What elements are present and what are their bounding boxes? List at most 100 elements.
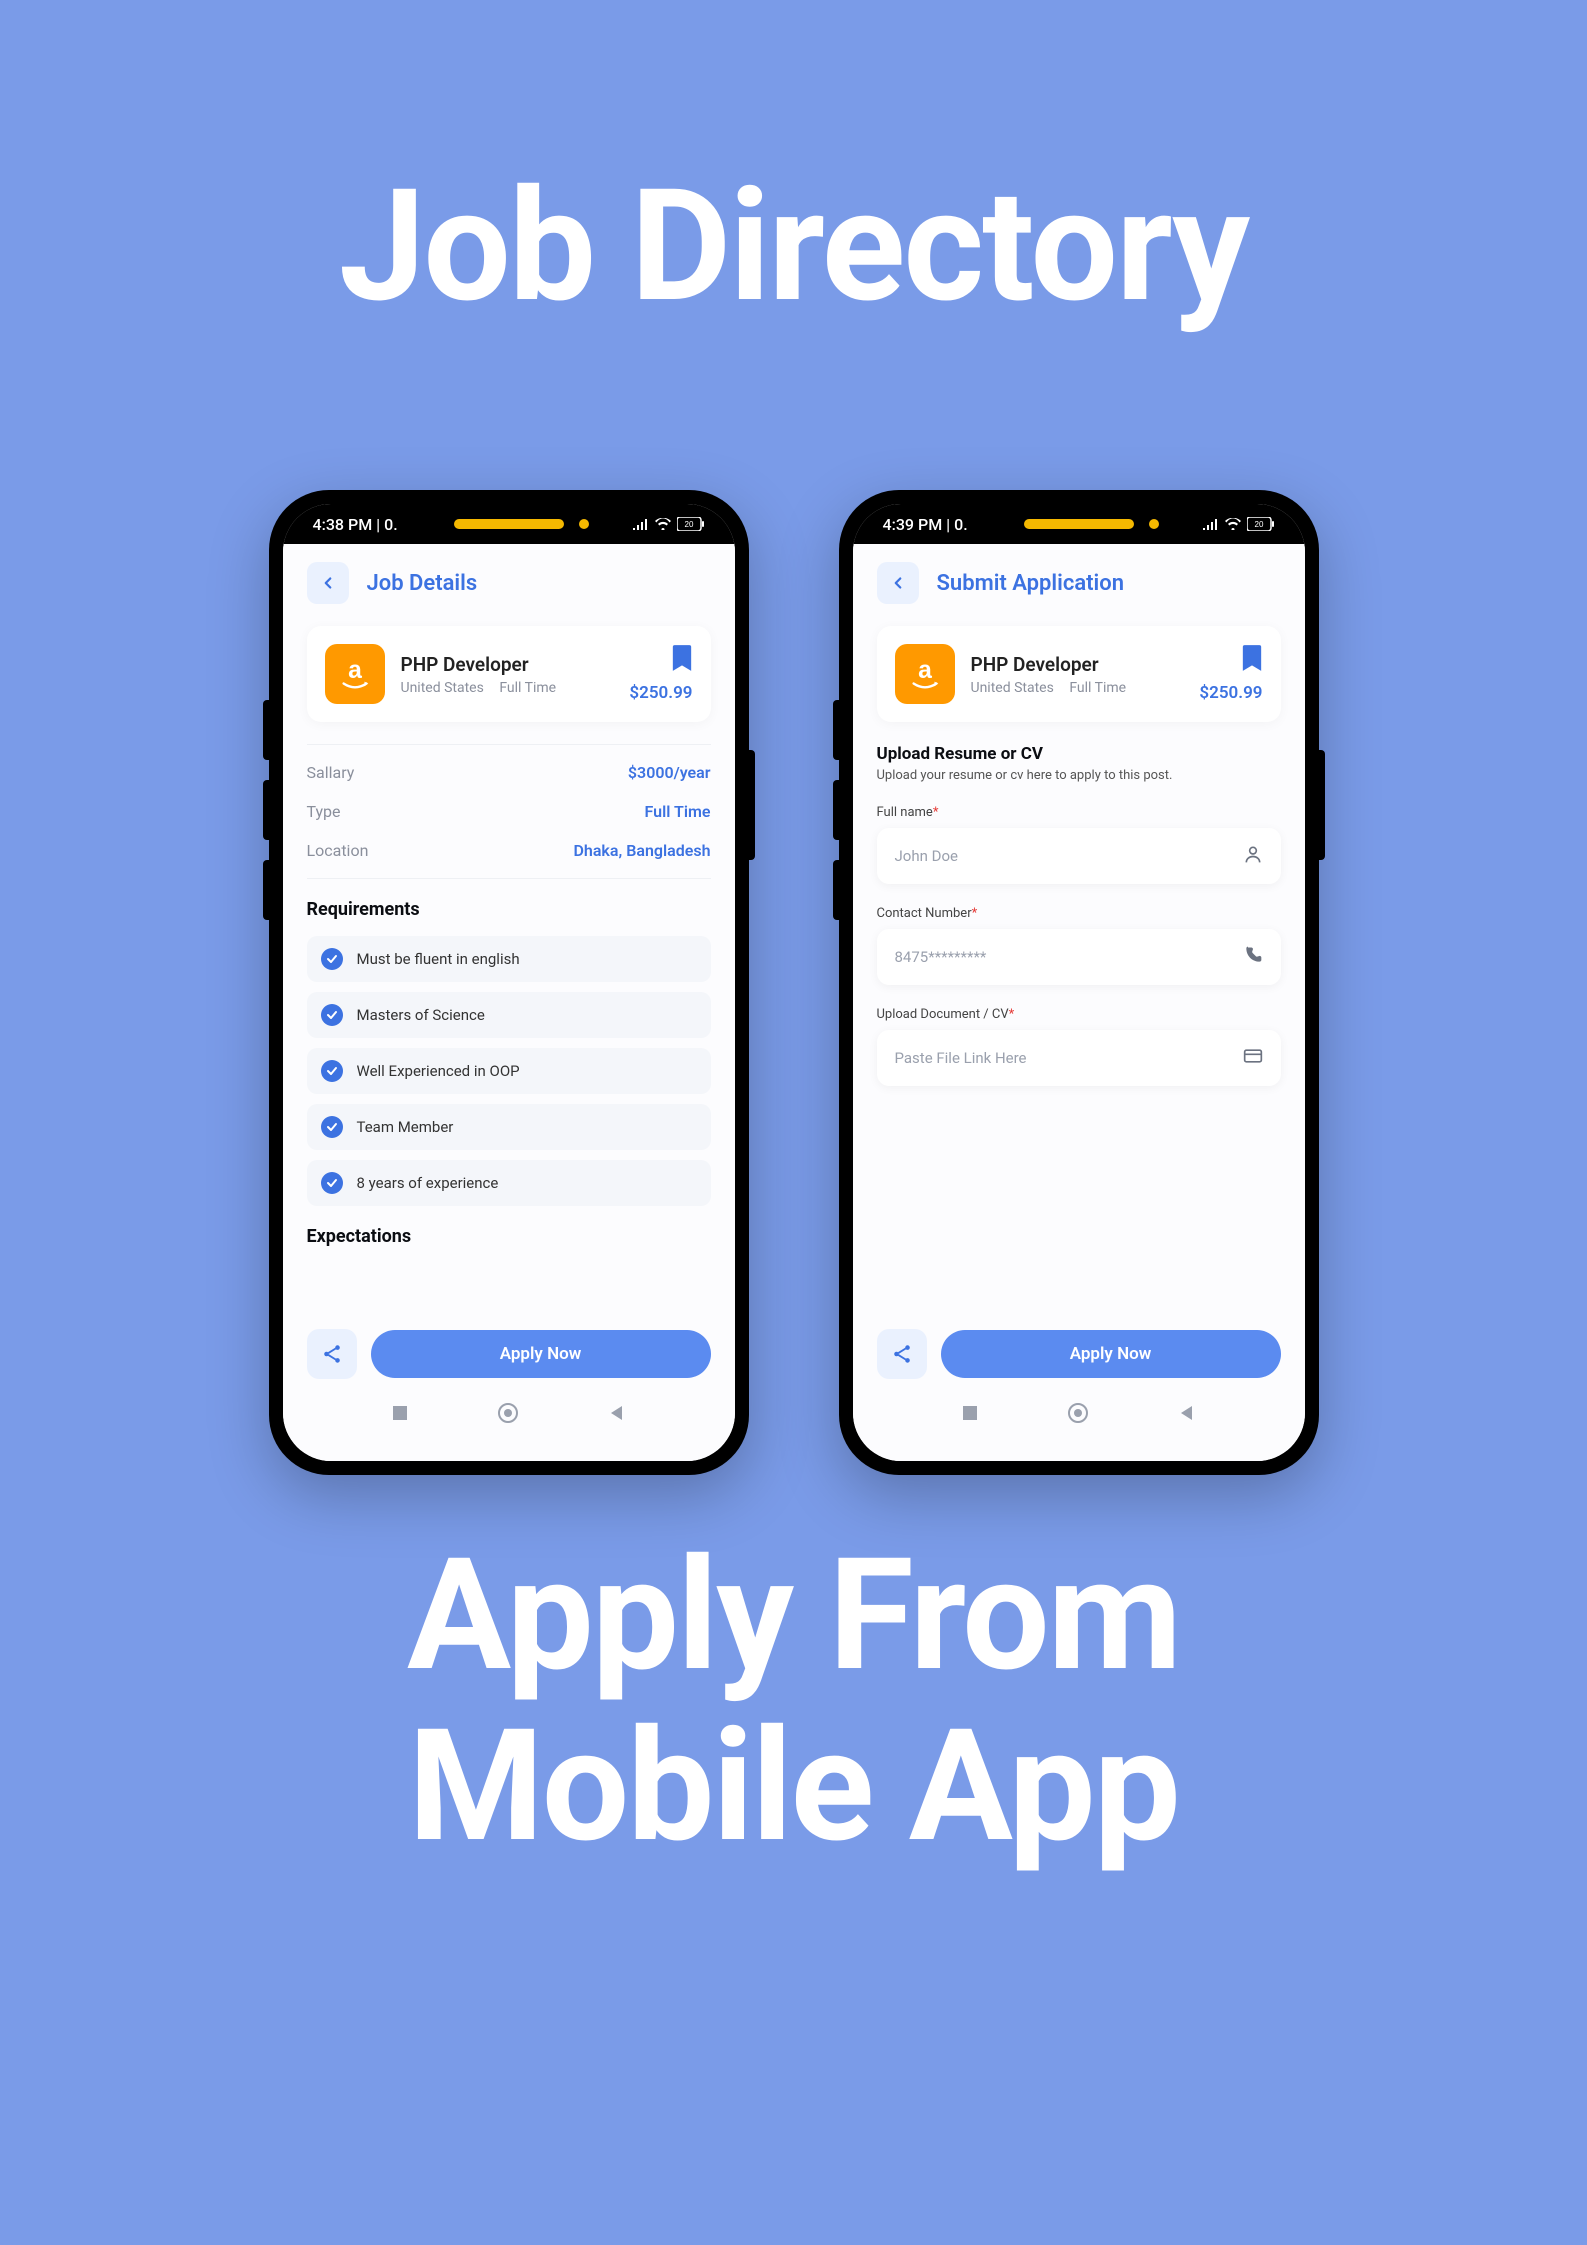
requirement-text: Masters of Science: [357, 1006, 485, 1024]
bookmark-icon: [671, 645, 693, 671]
nav-back-icon[interactable]: [608, 1404, 626, 1426]
check-icon: [321, 1172, 343, 1194]
share-icon: [891, 1343, 913, 1365]
expectations-heading: Expectations: [307, 1226, 711, 1247]
bottom-bar: Apply Now: [877, 1311, 1281, 1379]
job-meta: United States Full Time: [971, 680, 1184, 696]
wifi-icon: [655, 518, 671, 530]
check-icon: [321, 1060, 343, 1082]
check-icon: [321, 948, 343, 970]
requirement-text: Team Member: [357, 1118, 454, 1136]
share-button[interactable]: [877, 1329, 927, 1379]
bookmark-button[interactable]: [1199, 645, 1262, 675]
requirements-heading: Requirements: [307, 899, 711, 920]
phone-icon: [1243, 945, 1263, 969]
chevron-left-icon: [319, 574, 337, 592]
svg-text:20: 20: [684, 520, 693, 529]
status-time: 4:38 PM | 0.: [313, 515, 398, 534]
fullname-input[interactable]: John Doe: [877, 828, 1281, 884]
nav-home-icon[interactable]: [1067, 1402, 1089, 1428]
upload-heading: Upload Resume or CV: [877, 744, 1281, 764]
status-bar: 4:38 PM | 0. 20: [283, 504, 735, 544]
job-type: Full Time: [1069, 680, 1126, 696]
card-icon: [1243, 1046, 1263, 1070]
detail-value: Dhaka, Bangladesh: [573, 841, 710, 860]
back-button[interactable]: [877, 562, 919, 604]
signal-icon: [1203, 518, 1219, 530]
bottom-bar: Apply Now: [307, 1311, 711, 1379]
amazon-logo-icon: a: [336, 655, 374, 693]
page-title: Job Details: [367, 571, 478, 596]
hero-title: Job Directory: [0, 155, 1587, 337]
nav-recent-icon[interactable]: [961, 1404, 979, 1426]
bookmark-button[interactable]: [629, 645, 692, 675]
android-nav-bar: [307, 1387, 711, 1443]
phones-row: 4:38 PM | 0. 20 Job Details: [0, 490, 1587, 1475]
job-price: $250.99: [1199, 683, 1262, 703]
document-input[interactable]: Paste File Link Here: [877, 1030, 1281, 1086]
requirement-item: Must be fluent in english: [307, 936, 711, 982]
back-button[interactable]: [307, 562, 349, 604]
app-header: Job Details: [307, 562, 711, 604]
share-button[interactable]: [307, 1329, 357, 1379]
status-bar: 4:39 PM | 0. 20: [853, 504, 1305, 544]
detail-value: Full Time: [645, 802, 711, 821]
detail-rows: Sallary $3000/year Type Full Time Locati…: [307, 744, 711, 879]
nav-recent-icon[interactable]: [391, 1404, 409, 1426]
job-title: PHP Developer: [401, 653, 614, 676]
document-label: Upload Document / CV*: [877, 1007, 1281, 1022]
job-card[interactable]: a PHP Developer United States Full Time: [307, 626, 711, 722]
battery-icon: 20: [677, 517, 705, 531]
status-time: 4:39 PM | 0.: [883, 515, 968, 534]
requirement-item: 8 years of experience: [307, 1160, 711, 1206]
check-icon: [321, 1116, 343, 1138]
requirement-text: Must be fluent in english: [357, 950, 520, 968]
check-icon: [321, 1004, 343, 1026]
company-logo: a: [895, 644, 955, 704]
nav-home-icon[interactable]: [497, 1402, 519, 1428]
nav-back-icon[interactable]: [1178, 1404, 1196, 1426]
phone-submit-application: 4:39 PM | 0. 20 Submit Application: [839, 490, 1319, 1475]
app-header: Submit Application: [877, 562, 1281, 604]
contact-label: Contact Number*: [877, 906, 1281, 921]
job-card[interactable]: a PHP Developer United States Full Time: [877, 626, 1281, 722]
bookmark-icon: [1241, 645, 1263, 671]
detail-row: Type Full Time: [307, 792, 711, 831]
job-type: Full Time: [499, 680, 556, 696]
wifi-icon: [1225, 518, 1241, 530]
detail-label: Location: [307, 841, 369, 860]
company-logo: a: [325, 644, 385, 704]
amazon-logo-icon: a: [906, 655, 944, 693]
status-dot: [1149, 519, 1159, 529]
requirement-text: 8 years of experience: [357, 1174, 499, 1192]
requirement-item: Team Member: [307, 1104, 711, 1150]
contact-input[interactable]: 8475*********: [877, 929, 1281, 985]
apply-button[interactable]: Apply Now: [941, 1330, 1281, 1378]
status-right: 20: [1203, 517, 1275, 531]
status-right: 20: [633, 517, 705, 531]
status-pill: [1024, 519, 1134, 529]
battery-icon: 20: [1247, 517, 1275, 531]
requirement-text: Well Experienced in OOP: [357, 1062, 520, 1080]
job-meta: United States Full Time: [401, 680, 614, 696]
input-placeholder: Paste File Link Here: [895, 1049, 1027, 1067]
fullname-label: Full name*: [877, 805, 1281, 820]
detail-label: Type: [307, 802, 341, 821]
input-placeholder: John Doe: [895, 847, 958, 865]
detail-value: $3000/year: [628, 763, 711, 782]
page-title: Submit Application: [937, 571, 1125, 596]
input-placeholder: 8475*********: [895, 948, 987, 966]
requirement-item: Masters of Science: [307, 992, 711, 1038]
apply-button[interactable]: Apply Now: [371, 1330, 711, 1378]
svg-text:20: 20: [1254, 520, 1263, 529]
hero-subtitle: Apply From Mobile App: [0, 1530, 1587, 1871]
job-title: PHP Developer: [971, 653, 1184, 676]
job-price: $250.99: [629, 683, 692, 703]
detail-row: Location Dhaka, Bangladesh: [307, 831, 711, 870]
detail-label: Sallary: [307, 763, 355, 782]
upload-subtext: Upload your resume or cv here to apply t…: [877, 768, 1281, 783]
phone-job-details: 4:38 PM | 0. 20 Job Details: [269, 490, 749, 1475]
detail-row: Sallary $3000/year: [307, 753, 711, 792]
android-nav-bar: [877, 1387, 1281, 1443]
status-pill: [454, 519, 564, 529]
